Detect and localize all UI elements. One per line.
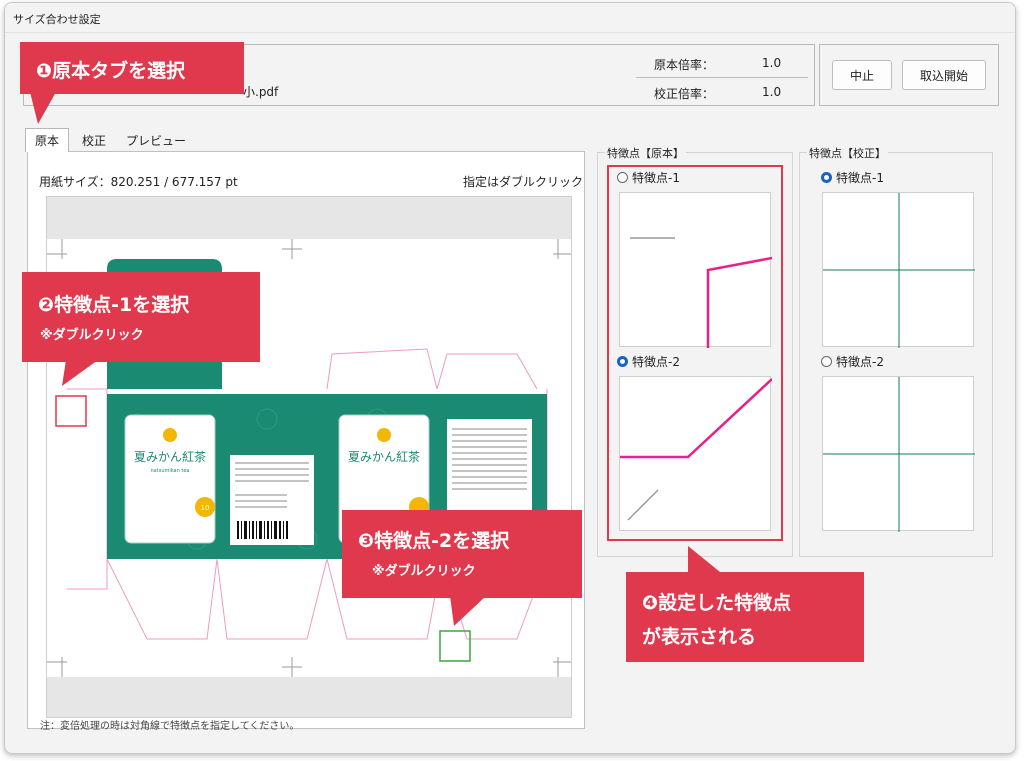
feature-corrected-point-1-label: 特徴点-1 (836, 171, 884, 185)
cancel-button[interactable]: 中止 (832, 60, 892, 90)
feature-point-1-mark[interactable] (55, 395, 87, 427)
feature-corrected-point-1-preview (822, 192, 975, 348)
double-click-hint: 指定はダブルクリック (463, 175, 584, 189)
brand-logo-text: Smile Pot (165, 537, 188, 543)
radio-off-icon (617, 172, 628, 183)
original-ratio-value: 1.0 (762, 56, 782, 70)
callout-1-pointer (30, 92, 56, 124)
callout-4: ❹設定した特徴点 が表示される (626, 572, 864, 662)
radio-on-icon (821, 172, 832, 183)
product-subtitle-front: natsumikan tea (151, 468, 190, 474)
feature-original-point-2-label: 特徴点-2 (632, 355, 680, 369)
paper-size-text: 用紙サイズ：820.251 / 677.157 pt (39, 175, 238, 189)
callout-3-sub: ※ダブルクリック (372, 564, 476, 579)
callout-1: ❶原本タブを選択 (20, 42, 244, 94)
corrected-ratio-label: 校正倍率： (654, 87, 715, 101)
callout-2: ❷特徴点-1を選択 ※ダブルクリック (22, 272, 260, 362)
tab-original[interactable]: 原本 (25, 128, 69, 152)
corrected-ratio-value: 1.0 (762, 85, 782, 99)
feature-corrected-label: 特徴点【校正】 (807, 145, 888, 161)
title-bar: サイズ合わせ設定 (5, 3, 1015, 33)
filename-text: 小.pdf (243, 85, 279, 99)
callout-3-pointer (450, 596, 486, 626)
feature-corrected-point-2-preview (822, 376, 975, 532)
feature-original-point-1-radio[interactable]: 特徴点-1 (617, 169, 680, 186)
callout-4-line2: が表示される (642, 626, 757, 648)
action-button-group: 中止 取込開始 (819, 44, 999, 106)
feature-original-point-1-label: 特徴点-1 (632, 171, 680, 185)
callout-3-text: ❸特徴点-2を選択 (358, 530, 510, 552)
feature-original-label: 特徴点【原本】 (605, 145, 686, 161)
start-import-button[interactable]: 取込開始 (902, 60, 986, 90)
feature-corrected-point-2-label: 特徴点-2 (836, 355, 884, 369)
callout-2-sub: ※ダブルクリック (40, 328, 144, 343)
tab-corrected[interactable]: 校正 (73, 128, 115, 152)
callout-3: ❸特徴点-2を選択 ※ダブルクリック (342, 510, 582, 598)
callout-2-text: ❷特徴点-1を選択 (38, 294, 190, 316)
callout-4-line1: ❹設定した特徴点 (642, 592, 792, 614)
product-title-front: 夏みかん紅茶 (134, 449, 206, 464)
feature-original-point-2-radio[interactable]: 特徴点-2 (617, 353, 680, 370)
note-text: 注：変倍処理の時は対角線で特徴点を指定してください。 (40, 721, 300, 732)
radio-off-icon (821, 356, 832, 367)
window-title: サイズ合わせ設定 (13, 13, 101, 26)
radio-on-icon (617, 356, 628, 367)
original-ratio-label: 原本倍率： (654, 58, 715, 72)
feature-original-point-1-preview (619, 192, 773, 348)
feature-corrected-point-2-radio[interactable]: 特徴点-2 (821, 353, 884, 370)
tab-preview[interactable]: プレビュー (121, 128, 191, 152)
dialog-window: サイズ合わせ設定 小.pdf 原本倍率： 1.0 校正倍率： 1.0 中止 取込… (4, 2, 1016, 754)
badge-front: 10 (201, 504, 210, 512)
product-title-front-2: 夏みかん紅茶 (348, 449, 420, 464)
callout-2-pointer (62, 360, 98, 386)
callout-4-pointer (688, 546, 720, 572)
divider (636, 77, 808, 78)
callout-1-text: ❶原本タブを選択 (36, 60, 186, 82)
feature-original-point-2-preview (619, 376, 773, 531)
feature-corrected-point-1-radio[interactable]: 特徴点-1 (821, 169, 884, 186)
